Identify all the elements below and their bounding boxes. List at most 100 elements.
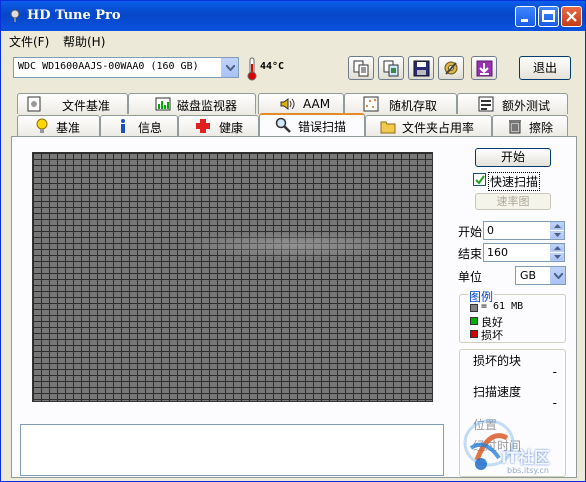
end-spin-down[interactable]: [550, 253, 564, 261]
trash-icon: [509, 120, 521, 134]
tab-label: AAM: [303, 97, 331, 111]
menu-file[interactable]: 文件(F): [9, 33, 49, 50]
health-cross-icon: [196, 119, 210, 133]
speaker-icon: [280, 98, 295, 110]
scan-block-map: [32, 152, 433, 402]
maximize-icon: [542, 10, 555, 22]
end-field-label: 结束: [458, 247, 483, 261]
lightbulb-icon: [36, 118, 48, 133]
chevron-down-icon: [554, 233, 561, 237]
drive-select[interactable]: WDC WD1600AAJS-00WAA0 (160 GB): [13, 57, 239, 78]
minimize-button[interactable]: [515, 6, 536, 27]
folder-icon: [380, 121, 396, 134]
window-title: HD Tune Pro: [27, 8, 121, 23]
settings-icon: [444, 61, 458, 75]
legend-block-size: = 61 MB: [481, 301, 524, 312]
tab-label: 信息: [138, 121, 163, 135]
unit-select[interactable]: GB: [515, 266, 566, 285]
damaged-blocks-value: -: [552, 365, 557, 379]
tab-label: 基准: [56, 121, 81, 135]
exit-button[interactable]: 退出: [519, 56, 571, 80]
random-access-icon: [363, 96, 379, 112]
toolbar: WDC WD1600AAJS-00WAA0 (160 GB) 44°C 退出: [1, 49, 585, 91]
save-icon: [413, 60, 430, 77]
maximize-button[interactable]: [538, 6, 559, 27]
tab-error-scan[interactable]: 错误扫描: [259, 113, 365, 136]
unit-dropdown-button[interactable]: [550, 267, 565, 284]
end-field-value: 160: [487, 246, 508, 259]
watermark-url: bbs.itsy.cn: [507, 466, 549, 475]
tab-label: 文件夹占用率: [402, 121, 475, 135]
unit-select-value: GB: [520, 269, 537, 282]
app-logo-icon: [10, 9, 20, 22]
start-field[interactable]: 0: [483, 221, 565, 240]
close-button[interactable]: [561, 6, 582, 27]
tab-label: 擦除: [529, 121, 554, 135]
info-icon: [121, 119, 125, 133]
tab-health[interactable]: 健康: [178, 115, 259, 136]
magnifier-icon: [275, 117, 291, 133]
legend-good-swatch: [470, 317, 478, 325]
tab-label: 随机存取: [389, 99, 438, 113]
checkmark-icon: [475, 175, 485, 185]
thermometer-icon: [247, 57, 257, 81]
chevron-down-icon: [554, 273, 563, 279]
start-field-label: 开始: [458, 225, 483, 239]
tab-folder-usage[interactable]: 文件夹占用率: [365, 115, 492, 136]
watermark-title: IT社区: [501, 448, 550, 467]
quick-scan-checkbox[interactable]: [473, 173, 486, 186]
save-button[interactable]: [408, 56, 434, 80]
tab-label: 健康: [219, 121, 244, 135]
tab-benchmark[interactable]: 基准: [17, 115, 100, 136]
temperature-readout: 44°C: [260, 61, 285, 72]
copy-text-icon: [353, 60, 369, 77]
start-scan-button[interactable]: 开始: [475, 148, 551, 167]
legend-group: 图例 = 61 MB 良好 损坏: [459, 288, 566, 343]
file-benchmark-icon: [27, 96, 41, 112]
legend-block-swatch: [470, 304, 478, 312]
legend-damaged-label: 损坏: [481, 329, 503, 342]
quick-scan-label[interactable]: 快速扫描: [488, 172, 541, 191]
damaged-blocks-label: 损坏的块: [473, 354, 522, 368]
grid-blur-overlay: [178, 231, 413, 259]
tab-disk-monitor[interactable]: 磁盘监视器: [128, 93, 256, 114]
title-bar[interactable]: HD Tune Pro: [1, 1, 585, 31]
copy-text-button[interactable]: [348, 56, 374, 80]
start-spin-up[interactable]: [550, 222, 564, 230]
extra-tests-icon: [478, 96, 494, 112]
download-icon: [476, 60, 493, 77]
start-field-value: 0: [487, 224, 494, 237]
tab-random-access[interactable]: 随机存取: [344, 93, 457, 114]
end-field[interactable]: 160: [483, 243, 565, 262]
settings-button[interactable]: [438, 56, 464, 80]
tab-aam[interactable]: AAM: [258, 93, 344, 114]
drive-dropdown-button[interactable]: [221, 58, 238, 77]
disk-monitor-icon: [155, 97, 171, 111]
rate-map-button[interactable]: 速率图: [475, 193, 551, 210]
tab-file-benchmark[interactable]: 文件基准: [17, 93, 128, 114]
unit-label: 单位: [458, 270, 483, 284]
tab-strip: 文件基准 磁盘监视器 AAM 随机存取 额外测试 基准 信息 健康 错误扫描 文…: [1, 93, 585, 137]
minimize-icon: [521, 19, 528, 22]
tab-erase[interactable]: 擦除: [492, 115, 568, 136]
start-spin-down[interactable]: [550, 231, 564, 239]
end-spin-up[interactable]: [550, 244, 564, 252]
tab-extra-tests[interactable]: 额外测试: [457, 93, 568, 114]
watermark: IT社区 bbs.itsy.cn: [455, 406, 583, 482]
chevron-down-icon: [226, 65, 235, 71]
scan-speed-label: 扫描速度: [473, 385, 522, 399]
tab-info[interactable]: 信息: [100, 115, 178, 136]
close-icon: [566, 11, 577, 22]
chevron-up-icon: [554, 246, 561, 250]
menu-bar: 文件(F) 帮助(H): [1, 31, 585, 49]
tab-label: 文件基准: [62, 99, 111, 113]
copy-screenshot-button[interactable]: [378, 56, 404, 80]
app-window: HD Tune Pro 文件(F) 帮助(H) WDC WD1600AAJS-0…: [0, 0, 586, 482]
chevron-up-icon: [554, 224, 561, 228]
menu-help[interactable]: 帮助(H): [63, 33, 105, 50]
legend-damaged-swatch: [470, 330, 478, 338]
tab-label: 磁盘监视器: [177, 99, 238, 113]
tab-label: 错误扫描: [298, 120, 347, 134]
download-button[interactable]: [471, 56, 497, 80]
scan-log[interactable]: [20, 424, 444, 476]
